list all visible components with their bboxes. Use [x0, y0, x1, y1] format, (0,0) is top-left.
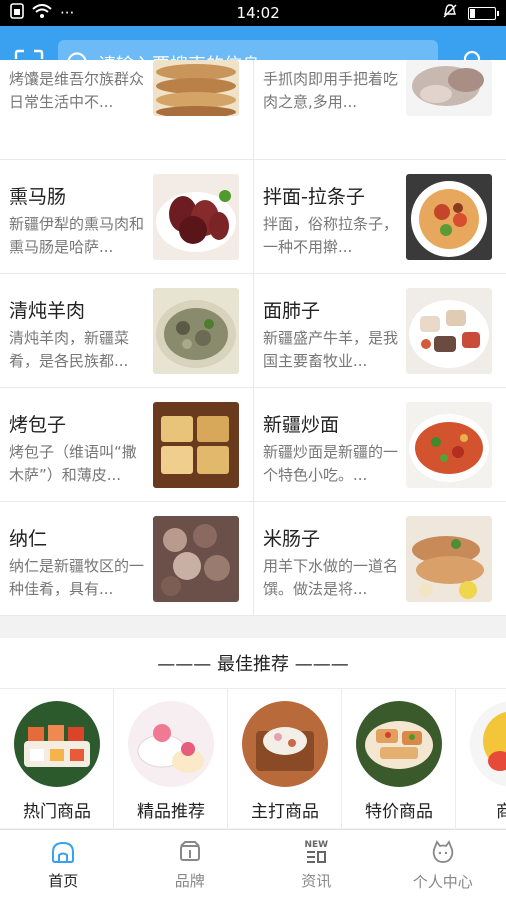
status-bar: ··· 14:02 [0, 0, 506, 26]
brand-icon [179, 840, 200, 861]
food-desc: 新疆盛产牛羊，是我国主要畜牧业... [263, 329, 399, 370]
food-desc: 新疆伊犁的熏马肉和熏马肠是哈萨... [9, 215, 145, 256]
food-desc: 烤包子（维语叫“撒木萨”）和薄皮... [9, 443, 137, 484]
food-card[interactable]: 纳仁 纳仁是新疆牧区的一种佳肴，具有... [0, 502, 253, 616]
category-image [128, 701, 214, 787]
category-image [14, 701, 100, 787]
food-image [406, 60, 492, 116]
category-featured[interactable]: 精品推荐 [114, 689, 228, 828]
food-card[interactable]: 拌面-拉条子 拌面，俗称拉条子，一种不用擀... [253, 160, 506, 274]
tab-news[interactable]: NEW 资讯 [253, 830, 380, 900]
food-title: 面肺子 [263, 300, 321, 322]
category-main[interactable]: 主打商品 [228, 689, 342, 828]
category-label: 主打商品 [251, 802, 319, 822]
tab-brand[interactable]: 品牌 [127, 830, 254, 900]
category-special[interactable]: 特价商品 [342, 689, 456, 828]
bottom-tab-bar: 首页 品牌 NEW 资讯 个人中心 [0, 829, 506, 900]
more-dots: ··· [60, 4, 75, 22]
tab-home-label: 首页 [48, 871, 79, 890]
food-image [153, 402, 239, 488]
food-card[interactable]: 面肺子 新疆盛产牛羊，是我国主要畜牧业... [253, 274, 506, 388]
food-image [153, 174, 239, 260]
category-image [242, 701, 328, 787]
food-image [406, 174, 492, 260]
food-desc: 用羊下水做的一道名馔。做法是将... [263, 557, 399, 598]
category-row: 热门商品 精品推荐 主打商品 特价商品 商家 [0, 688, 506, 828]
food-card[interactable]: 米肠子 用羊下水做的一道名馔。做法是将... [253, 502, 506, 616]
food-card[interactable]: 手抓肉即用手把着吃肉之意,多用... [253, 60, 506, 160]
profile-icon [432, 839, 453, 863]
food-desc: 纳仁是新疆牧区的一种佳肴，具有... [9, 557, 145, 598]
food-image [153, 516, 239, 602]
food-title: 熏马肠 [9, 186, 67, 208]
best-recommend-title: ——— 最佳推荐 ——— [0, 638, 506, 688]
tab-profile-label: 个人中心 [412, 872, 473, 891]
food-card[interactable]: 烤包子 烤包子（维语叫“撒木萨”）和薄皮... [0, 388, 253, 502]
food-desc: 清炖羊肉，新疆菜肴，是各民族都... [9, 329, 130, 370]
food-desc: 拌面，俗称拉条子，一种不用擀... [263, 215, 399, 256]
mute-icon [442, 3, 458, 23]
food-desc: 新疆炒面是新疆的一个特色小吃。... [263, 443, 399, 484]
food-title: 拌面-拉条子 [263, 186, 365, 208]
news-icon: NEW [304, 840, 328, 864]
food-title: 纳仁 [9, 528, 48, 550]
category-label: 商家 [456, 797, 506, 822]
food-image [406, 402, 492, 488]
food-desc: 烤馕是维吾尔族群众日常生活中不... [9, 70, 145, 111]
food-card[interactable]: 熏马肠 新疆伊犁的熏马肉和熏马肠是哈萨... [0, 160, 253, 274]
food-title: 清炖羊肉 [9, 300, 86, 322]
category-label: 精品推荐 [137, 802, 205, 822]
food-desc: 手抓肉即用手把着吃肉之意,多用... [263, 70, 399, 111]
category-merchant[interactable]: 商家 [456, 689, 506, 828]
food-card[interactable]: 新疆炒面 新疆炒面是新疆的一个特色小吃。... [253, 388, 506, 502]
category-image [356, 701, 442, 787]
category-hot[interactable]: 热门商品 [0, 689, 114, 828]
home-icon [52, 841, 75, 863]
food-card[interactable]: 清炖羊肉 清炖羊肉，新疆菜肴，是各民族都... [0, 274, 253, 388]
clock: 14:02 [236, 4, 280, 22]
category-label: 特价商品 [365, 802, 433, 822]
tab-profile[interactable]: 个人中心 [380, 830, 506, 900]
food-title: 新疆炒面 [263, 414, 340, 436]
news-badge: NEW [304, 839, 329, 850]
food-image [153, 60, 239, 116]
tab-brand-label: 品牌 [174, 871, 205, 890]
food-title: 烤包子 [9, 414, 67, 436]
food-card[interactable]: 烤馕是维吾尔族群众日常生活中不... [0, 60, 253, 160]
food-title: 米肠子 [263, 528, 321, 550]
food-image [153, 288, 239, 374]
tab-home[interactable]: 首页 [0, 830, 127, 900]
battery-icon [467, 6, 499, 20]
tab-news-label: 资讯 [301, 871, 332, 890]
category-image [470, 701, 506, 787]
wifi-icon [32, 4, 52, 22]
sim-icon [10, 3, 24, 23]
category-label: 热门商品 [23, 802, 91, 822]
food-image [406, 288, 492, 374]
food-image [406, 516, 492, 602]
